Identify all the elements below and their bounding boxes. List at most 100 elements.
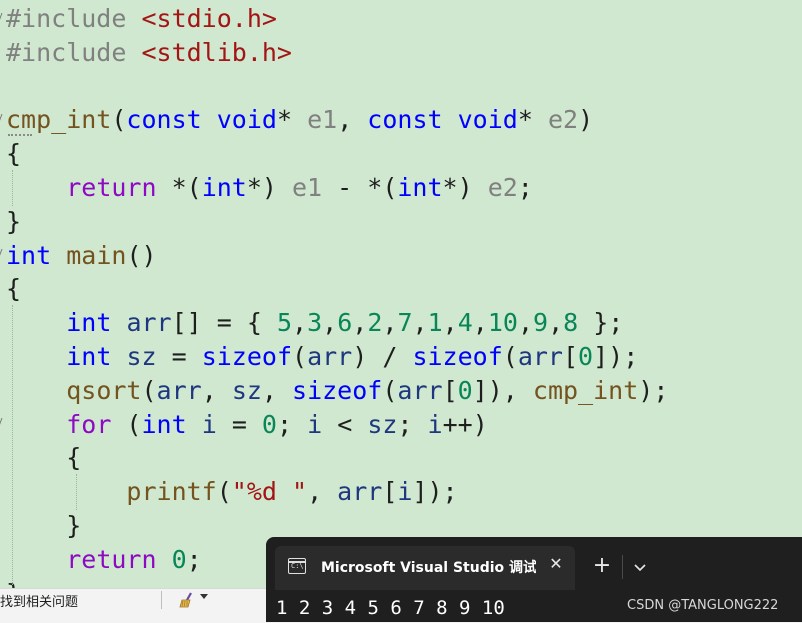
new-tab-button[interactable]: + <box>591 555 613 577</box>
code-token: arr <box>156 375 202 405</box>
code-token: , <box>261 375 293 405</box>
broom-icon[interactable] <box>178 591 196 609</box>
code-line[interactable]: } <box>6 509 81 543</box>
code-line[interactable]: } <box>6 205 21 239</box>
code-line[interactable]: return *(int*) e1 - *(int*) e2; <box>6 171 533 205</box>
code-line[interactable]: #include <stdio.h> <box>6 2 277 36</box>
code-token: int <box>6 240 52 270</box>
code-token: () <box>126 240 157 270</box>
code-line[interactable]: printf("%d ", arr[i]); <box>6 475 458 509</box>
debug-console-window[interactable]: C:\ Microsoft Visual Studio 调试控制台 ✕ + 1 … <box>266 537 802 622</box>
code-token: #include <box>6 37 142 67</box>
code-token: , <box>548 308 564 338</box>
code-token: * <box>276 105 308 135</box>
code-token: , <box>292 308 308 338</box>
code-token: sz <box>231 375 262 405</box>
code-line[interactable]: #include <stdlib.h> <box>6 36 292 70</box>
code-token: < <box>322 409 368 439</box>
code-editor[interactable]: #include <stdio.h> #include <stdlib.h> cmp… <box>0 0 802 588</box>
code-token: *) <box>246 173 292 202</box>
code-token: ( <box>216 477 232 507</box>
code-token: sizeof <box>412 342 503 371</box>
code-token: void <box>457 105 518 135</box>
code-token: ( <box>111 409 142 439</box>
status-separator <box>161 591 162 609</box>
code-token: arr <box>397 375 443 405</box>
chevron-down-icon[interactable] <box>632 559 648 575</box>
console-tab-title: Microsoft Visual Studio 调试控制台 <box>321 560 536 576</box>
code-token: 5 <box>276 308 293 338</box>
tab-bar-separator <box>622 555 623 579</box>
code-token: sizeof <box>201 342 293 371</box>
code-line[interactable]: int arr[] = { 5,3,6,2,7,1,4,10,9,8 }; <box>6 306 623 340</box>
code-token: { <box>6 139 22 169</box>
code-token: [ <box>382 477 398 507</box>
code-token: e2 <box>547 105 579 135</box>
code-token: ( <box>502 342 518 371</box>
find-related-issues-link[interactable]: 找到相关问题 <box>0 591 78 610</box>
code-token: arr <box>126 308 172 338</box>
code-token: const <box>126 105 202 135</box>
code-token: i <box>427 409 443 439</box>
code-token: 4 <box>457 308 473 338</box>
code-token: e2 <box>487 173 518 202</box>
cleanup-dropdown-icon[interactable] <box>200 594 208 599</box>
code-token: ; <box>517 173 533 202</box>
code-token: ( <box>141 375 157 405</box>
code-token: ( <box>382 375 398 405</box>
code-line[interactable]: return 0; <box>6 543 202 577</box>
code-token: , <box>337 105 368 135</box>
code-line[interactable]: for (int i = 0; i < sz; i++) <box>6 408 488 442</box>
code-token: , <box>307 477 338 507</box>
code-token: printf <box>126 477 217 507</box>
close-icon[interactable]: ✕ <box>547 555 565 573</box>
code-token: arr <box>517 342 563 371</box>
code-token: sz <box>126 342 157 371</box>
console-output: 1 2 3 4 5 6 7 8 9 10 <box>276 597 505 619</box>
code-token: } <box>6 206 22 236</box>
code-token: , <box>201 375 232 405</box>
code-token: , <box>352 308 368 338</box>
indent-guide <box>76 474 77 510</box>
code-line[interactable]: } <box>6 577 21 588</box>
code-token: <stdio.h> <box>141 4 277 33</box>
code-token: , <box>322 308 338 338</box>
code-line[interactable]: { <box>6 137 21 171</box>
code-token: * <box>517 105 548 135</box>
code-token: main <box>66 240 127 270</box>
code-token: [] = { <box>171 308 277 338</box>
code-token: ]); <box>593 342 639 371</box>
code-token: i <box>307 409 323 439</box>
code-token: ); <box>638 375 669 405</box>
code-token: 0 <box>261 409 277 439</box>
code-token: "%d " <box>231 477 308 507</box>
code-token: , <box>442 308 458 338</box>
code-line[interactable]: { <box>6 272 21 306</box>
code-line[interactable]: int main() <box>6 239 157 273</box>
code-token: ( <box>111 105 127 135</box>
code-token: int <box>201 173 247 202</box>
code-line[interactable]: { <box>6 441 81 475</box>
code-token: cmp_int <box>6 105 112 135</box>
code-token: ) / <box>352 342 413 371</box>
code-line[interactable]: int sz = sizeof(arr) / sizeof(arr[0]); <box>6 340 638 374</box>
code-token: e1 <box>307 105 338 135</box>
console-tab[interactable]: C:\ Microsoft Visual Studio 调试控制台 ✕ <box>275 546 575 590</box>
code-token: <stdlib.h> <box>141 37 292 67</box>
code-token: ++) <box>442 409 488 439</box>
code-line[interactable]: cmp_int(const void* e1, const void* e2) <box>6 103 593 137</box>
code-token: ; <box>397 409 428 439</box>
code-token: = <box>156 342 202 371</box>
code-token: ]); <box>412 477 458 507</box>
code-line[interactable]: qsort(arr, sz, sizeof(arr[0]), cmp_int); <box>6 374 668 408</box>
code-token: 0 <box>171 544 187 574</box>
code-token: arr <box>307 342 353 371</box>
